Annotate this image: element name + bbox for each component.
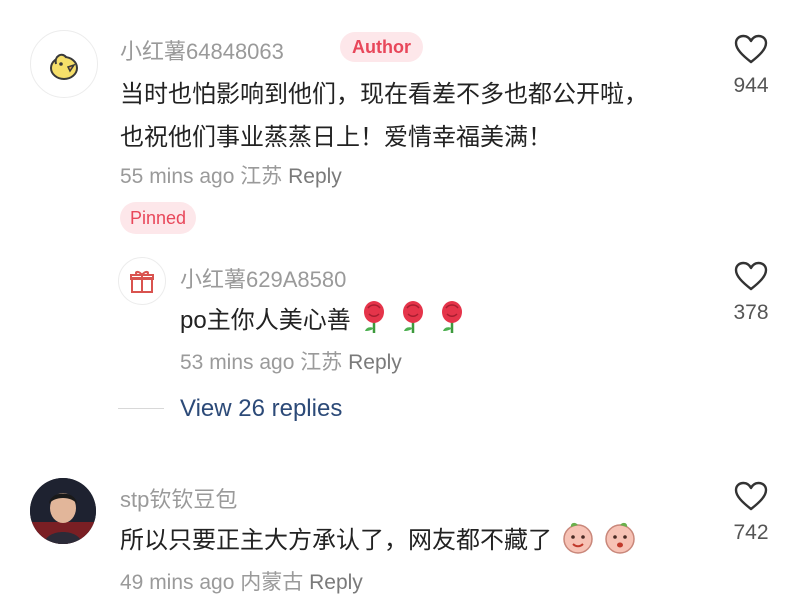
location: 内蒙古 bbox=[240, 571, 304, 594]
reply-button[interactable]: Reply bbox=[348, 351, 402, 374]
avatar[interactable] bbox=[118, 257, 166, 305]
divider bbox=[118, 408, 164, 409]
gift-icon bbox=[130, 271, 154, 293]
like-count: 742 bbox=[733, 521, 769, 544]
comment-meta: 55 mins ago 江苏 Reply bbox=[120, 160, 342, 190]
timestamp: 55 mins ago bbox=[120, 165, 235, 188]
comment-meta: 53 mins ago 江苏 Reply bbox=[180, 346, 402, 376]
rose-icon bbox=[364, 301, 385, 333]
comment-text-line-2: 也祝他们事业蒸蒸日上！爱情幸福美满！ bbox=[120, 124, 552, 151]
like-button[interactable]: 944 bbox=[721, 34, 781, 98]
comment-text-line-1: 当时也怕影响到他们，现在看差不多也都公开啦， bbox=[120, 81, 648, 108]
heart-icon[interactable] bbox=[734, 34, 768, 64]
like-count: 944 bbox=[733, 74, 769, 97]
like-count: 378 bbox=[733, 301, 769, 324]
comment-text: po主你人美心善 bbox=[180, 300, 467, 335]
like-button[interactable]: 742 bbox=[721, 481, 781, 545]
timestamp: 53 mins ago bbox=[180, 351, 295, 374]
rose-icon bbox=[441, 301, 462, 333]
comment-meta: 49 mins ago 内蒙古 Reply bbox=[120, 566, 363, 596]
timestamp: 49 mins ago bbox=[120, 571, 235, 594]
username[interactable]: stp钦钦豆包 bbox=[120, 482, 237, 514]
reply-button[interactable]: Reply bbox=[309, 571, 363, 594]
view-replies-link[interactable]: View 26 replies bbox=[180, 395, 342, 423]
chick-icon bbox=[50, 53, 78, 80]
heart-icon[interactable] bbox=[734, 481, 768, 511]
location: 江苏 bbox=[300, 351, 343, 374]
author-badge: Author bbox=[340, 32, 423, 62]
username[interactable]: 小红薯629A8580 bbox=[180, 262, 346, 294]
user-photo bbox=[30, 478, 96, 544]
like-button[interactable]: 378 bbox=[721, 261, 781, 325]
comment-section: 小红薯64848063 Author 当时也怕影响到他们，现在看差不多也都公开啦… bbox=[0, 0, 800, 604]
heart-icon[interactable] bbox=[734, 261, 768, 291]
peach-face-icon bbox=[605, 522, 636, 554]
comment-text-content: po主你人美心善 bbox=[180, 307, 351, 334]
avatar[interactable] bbox=[30, 478, 96, 544]
comment-text: 所以只要正主大方承认了，网友都不藏了 bbox=[120, 520, 637, 555]
peach-face-icon bbox=[562, 522, 593, 554]
avatar[interactable] bbox=[30, 30, 98, 98]
pinned-badge: Pinned bbox=[120, 202, 197, 234]
comment-text-content: 所以只要正主大方承认了，网友都不藏了 bbox=[120, 527, 552, 554]
location: 江苏 bbox=[240, 165, 283, 188]
rose-icon bbox=[403, 301, 424, 333]
reply-button[interactable]: Reply bbox=[288, 165, 342, 188]
username[interactable]: 小红薯64848063 bbox=[120, 34, 284, 66]
